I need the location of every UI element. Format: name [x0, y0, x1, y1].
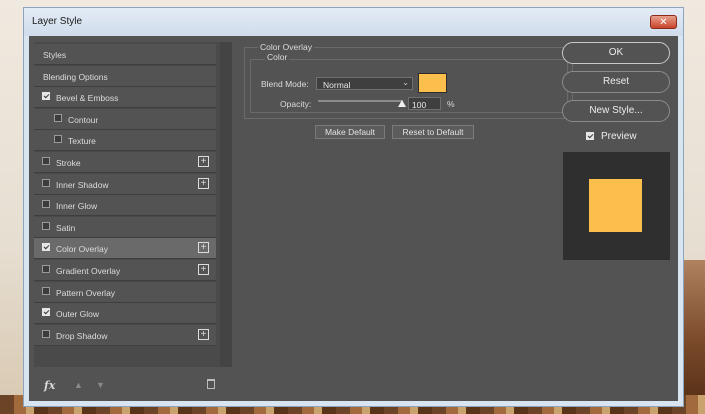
- chevron-down-icon: ⌄: [402, 78, 409, 87]
- style-checkbox[interactable]: [42, 265, 50, 273]
- style-row[interactable]: Stroke +: [34, 152, 216, 173]
- add-style-icon[interactable]: +: [198, 328, 209, 340]
- style-label: Color Overlay: [56, 244, 108, 255]
- opacity-value: 100: [412, 100, 427, 110]
- style-row[interactable]: Texture: [34, 130, 216, 152]
- opacity-slider[interactable]: [318, 100, 403, 102]
- color-overlay-title: Color Overlay: [258, 42, 314, 52]
- styles-scrollbar[interactable]: [220, 42, 232, 367]
- dialog-title: Layer Style: [32, 16, 83, 27]
- style-label: Satin: [56, 222, 76, 233]
- style-row[interactable]: Gradient Overlay +: [34, 260, 216, 281]
- style-label: Pattern Overlay: [56, 287, 116, 298]
- opacity-input[interactable]: 100: [408, 97, 441, 110]
- styles-list: Styles Blending Options Bevel & Emboss Cont…: [34, 42, 232, 367]
- blend-mode-select[interactable]: Normal ⌄: [316, 77, 413, 90]
- new-style-button[interactable]: New Style...: [562, 100, 670, 122]
- make-default-button[interactable]: Make Default: [315, 125, 385, 139]
- style-label: Bevel & Emboss: [56, 93, 119, 104]
- style-checkbox[interactable]: [42, 157, 50, 165]
- style-label: Drop Shadow: [56, 330, 108, 341]
- ok-button[interactable]: OK: [562, 42, 670, 64]
- style-row[interactable]: Drop Shadow +: [34, 324, 216, 346]
- style-label: Contour: [68, 114, 99, 125]
- style-checkbox[interactable]: [42, 92, 50, 101]
- style-label: Inner Glow: [56, 201, 98, 212]
- style-label: Outer Glow: [56, 309, 99, 320]
- add-style-icon[interactable]: +: [198, 177, 209, 189]
- style-checkbox[interactable]: [42, 221, 50, 230]
- style-row[interactable]: Pattern Overlay: [34, 281, 216, 303]
- style-label: Stroke: [56, 158, 81, 168]
- opacity-unit: %: [447, 99, 455, 109]
- opacity-label: Opacity:: [280, 99, 312, 109]
- style-row[interactable]: Color Overlay +: [34, 238, 216, 260]
- style-checkbox[interactable]: [54, 113, 62, 122]
- style-row[interactable]: Outer Glow: [34, 303, 216, 325]
- move-up-icon[interactable]: ▲: [74, 380, 83, 390]
- preview-thumbnail: [563, 152, 670, 260]
- add-style-icon[interactable]: +: [198, 264, 209, 275]
- style-label: Gradient Overlay: [56, 266, 121, 276]
- close-button[interactable]: ✕: [650, 15, 677, 29]
- opacity-slider-thumb[interactable]: [398, 100, 406, 107]
- style-row[interactable]: Inner Shadow +: [34, 173, 216, 195]
- layer-style-dialog: Layer Style ✕ Styles Blending Options Beve…: [23, 7, 684, 407]
- style-row[interactable]: Blending Options: [34, 65, 216, 87]
- style-label: Styles: [43, 50, 67, 60]
- fx-icon[interactable]: fx: [44, 379, 55, 392]
- title-bar: Layer Style ✕: [24, 8, 683, 36]
- style-row[interactable]: Styles: [34, 44, 216, 65]
- style-row[interactable]: Bevel & Emboss: [34, 87, 216, 109]
- preview-label: Preview: [601, 131, 637, 142]
- style-label: Texture: [68, 136, 96, 147]
- styles-footer: fx ▲ ▼: [34, 376, 232, 396]
- style-checkbox[interactable]: [42, 200, 50, 209]
- style-checkbox[interactable]: [42, 308, 50, 317]
- style-label: Blending Options: [43, 71, 108, 82]
- style-checkbox[interactable]: [54, 135, 62, 144]
- add-style-icon[interactable]: +: [198, 156, 209, 167]
- overlay-color-swatch[interactable]: [418, 73, 447, 93]
- blend-mode-value: Normal: [323, 80, 351, 90]
- style-row[interactable]: Satin: [34, 216, 216, 238]
- dialog-body: Styles Blending Options Bevel & Emboss Cont…: [29, 36, 678, 401]
- style-checkbox[interactable]: [42, 243, 50, 252]
- style-checkbox[interactable]: [42, 286, 50, 295]
- color-subgroup-title: Color: [265, 52, 290, 62]
- style-row[interactable]: Inner Glow: [34, 195, 216, 217]
- style-row[interactable]: Contour: [34, 108, 216, 130]
- preview-square: [589, 179, 642, 232]
- reset-button[interactable]: Reset: [562, 71, 670, 93]
- blend-mode-label: Blend Mode:: [261, 79, 309, 89]
- style-checkbox[interactable]: [42, 329, 50, 338]
- reset-to-default-button[interactable]: Reset to Default: [392, 125, 474, 139]
- move-down-icon[interactable]: ▼: [96, 380, 105, 390]
- background-photo-right: [684, 260, 705, 395]
- preview-checkbox[interactable]: [586, 132, 594, 140]
- add-style-icon[interactable]: +: [198, 242, 209, 254]
- trash-icon[interactable]: [207, 379, 215, 389]
- style-label: Inner Shadow: [56, 179, 109, 190]
- style-checkbox[interactable]: [42, 178, 50, 187]
